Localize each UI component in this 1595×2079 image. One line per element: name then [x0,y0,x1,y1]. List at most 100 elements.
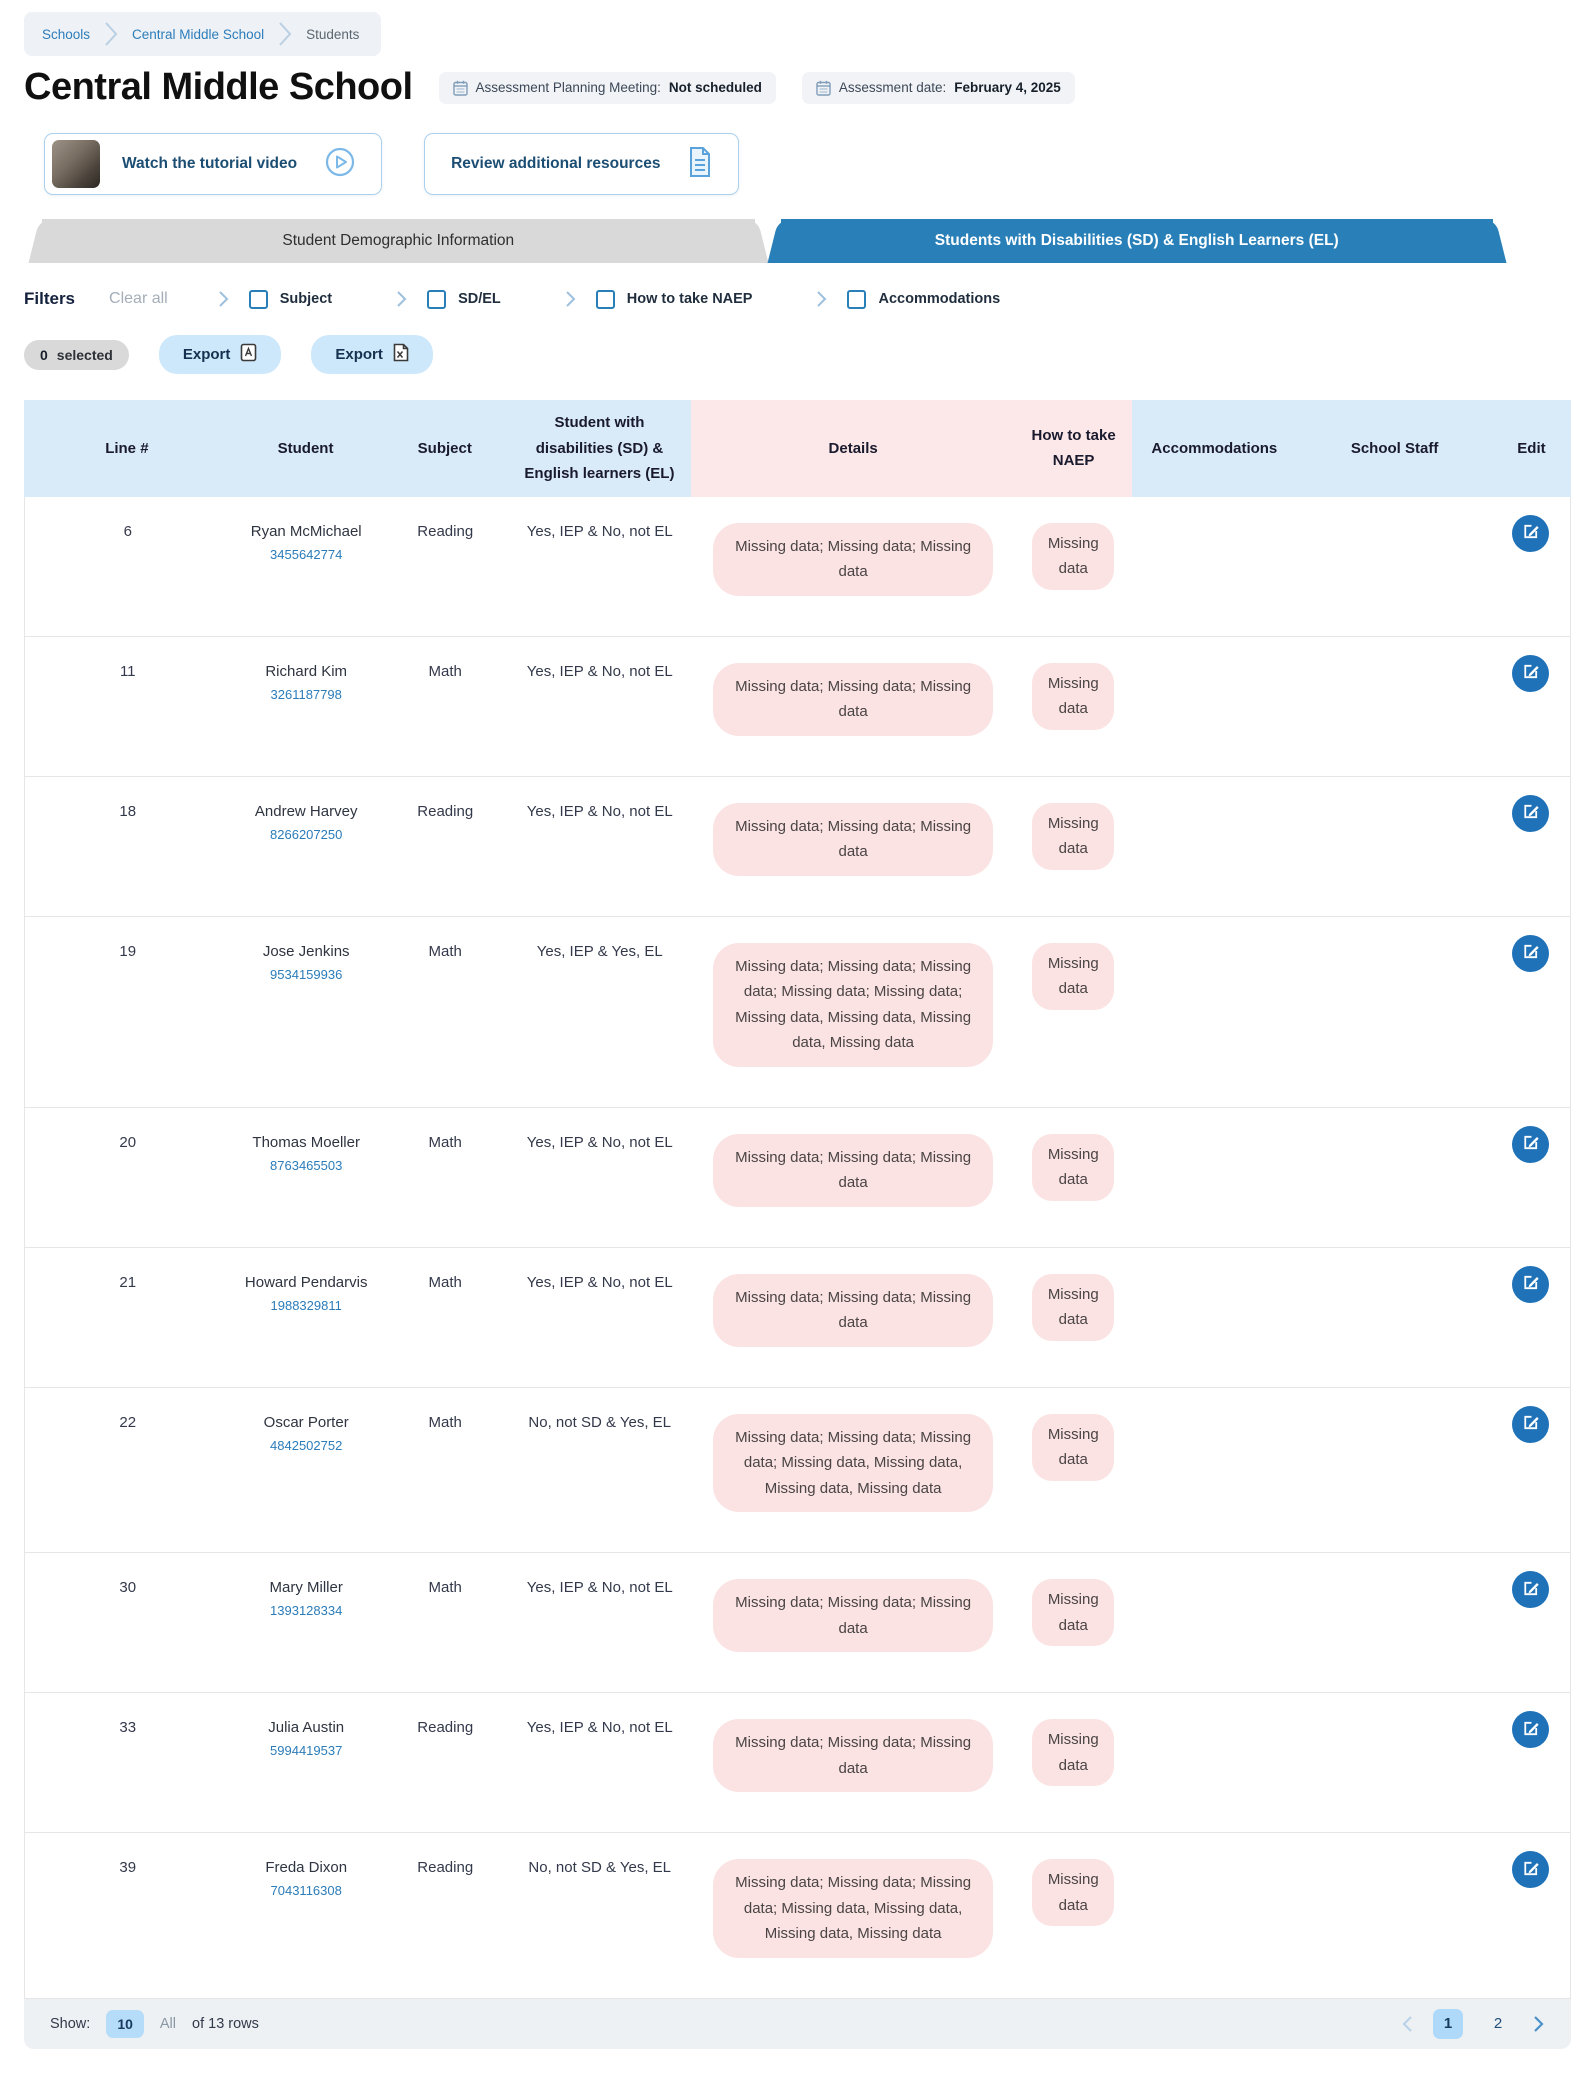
edit-row-button[interactable] [1512,1851,1549,1888]
edit-row-button[interactable] [1512,1126,1549,1163]
edit-row-button[interactable] [1512,655,1549,692]
export-pdf-label: Export [183,346,231,363]
table-row: 21 Howard Pendarvis 1988329811 Math Yes,… [25,1247,1570,1387]
page-1-button[interactable]: 1 [1433,2009,1463,2039]
details-cell: Missing data; Missing data; Missing data [691,497,1015,636]
school-staff-cell [1297,1248,1492,1387]
chevron-right-icon [565,290,576,308]
subject-cell: Reading [382,777,509,916]
tutorial-video-button[interactable]: Watch the tutorial video [44,133,382,195]
page-size-10-button[interactable]: 10 [106,2010,144,2038]
col-edit: Edit [1492,400,1571,497]
edit-row-button[interactable] [1512,1711,1549,1748]
details-missing-data-pill: Missing data; Missing data; Missing data [713,663,993,736]
sd-el-cell: Yes, IEP & No, not EL [509,497,691,636]
filter-subject: Subject [249,290,332,309]
subject-cell: Math [382,917,509,1107]
table-row: 20 Thomas Moeller 8763465503 Math Yes, I… [25,1107,1570,1247]
page-2-button[interactable]: 2 [1483,2009,1513,2039]
assessment-date-value: February 4, 2025 [954,80,1061,95]
details-cell: Missing data; Missing data; Missing data [691,1248,1015,1387]
tab-sd-el[interactable]: Students with Disabilities (SD) & Englis… [781,219,1494,263]
filter-accommodations-label: Accommodations [878,291,1000,307]
edit-row-button[interactable] [1512,935,1549,972]
tab-student-demographic-information[interactable]: Student Demographic Information [42,219,755,263]
line-number-cell: 39 [25,1833,230,1998]
naep-cell: Missing data [1015,917,1131,1107]
filter-sdel-checkbox[interactable] [427,290,446,309]
page-size-all-button[interactable]: All [160,2016,176,2032]
chevron-left-icon[interactable] [1401,2015,1413,2033]
subject-cell: Reading [382,497,509,636]
edit-row-button[interactable] [1512,1571,1549,1608]
edit-icon [1521,1859,1540,1881]
sd-el-cell: Yes, IEP & No, not EL [509,1693,691,1832]
student-cell: Thomas Moeller 8763465503 [230,1108,381,1247]
naep-missing-data-pill: Missing data [1032,943,1114,1010]
naep-cell: Missing data [1015,497,1131,636]
filter-accommodations: Accommodations [847,290,1000,309]
details-cell: Missing data; Missing data; Missing data… [691,1833,1015,1998]
naep-missing-data-pill: Missing data [1032,663,1114,730]
edit-row-button[interactable] [1512,1266,1549,1303]
details-missing-data-pill: Missing data; Missing data; Missing data… [713,943,993,1067]
clear-all-filters-button[interactable]: Clear all [109,290,168,308]
planning-meeting-value: Not scheduled [669,80,762,95]
col-details: Details [691,400,1016,497]
toolbar: 0 selected Export Export [24,335,1571,374]
breadcrumb-item-schools[interactable]: Schools [42,27,90,42]
sd-el-cell: Yes, IEP & Yes, EL [509,917,691,1107]
sd-el-cell: Yes, IEP & No, not EL [509,777,691,916]
table-header: Line # Student Subject Student with disa… [24,400,1571,497]
school-staff-cell [1297,1693,1492,1832]
accommodations-cell [1131,1553,1296,1692]
calendar-icon [453,80,468,96]
school-staff-cell [1297,1108,1492,1247]
edit-icon [1521,522,1540,544]
edit-icon [1521,662,1540,684]
filter-naep-checkbox[interactable] [596,290,615,309]
subject-cell: Math [382,1388,509,1553]
breadcrumb-chevron-icon [278,21,292,47]
students-table: Line # Student Subject Student with disa… [24,400,1571,1999]
student-cell: Howard Pendarvis 1988329811 [230,1248,381,1387]
details-missing-data-pill: Missing data; Missing data; Missing data… [713,1859,993,1958]
breadcrumb-item-school[interactable]: Central Middle School [132,27,264,42]
edit-cell [1491,917,1570,1107]
student-name: Ryan McMichael [240,523,371,540]
student-id: 3261187798 [240,687,371,702]
rows-total: of 13 rows [192,2016,259,2032]
breadcrumb-chevron-icon [104,21,118,47]
export-excel-button[interactable]: Export [311,335,433,374]
student-cell: Mary Miller 1393128334 [230,1553,381,1692]
student-name: Howard Pendarvis [240,1274,371,1291]
details-cell: Missing data; Missing data; Missing data… [691,1388,1015,1553]
accommodations-cell [1131,1388,1296,1553]
additional-resources-button[interactable]: Review additional resources [424,133,739,195]
student-cell: Richard Kim 3261187798 [230,637,381,776]
student-cell: Andrew Harvey 8266207250 [230,777,381,916]
naep-missing-data-pill: Missing data [1032,1719,1114,1786]
table-row: 39 Freda Dixon 7043116308 Reading No, no… [25,1832,1570,1998]
naep-cell: Missing data [1015,1833,1131,1998]
edit-row-button[interactable] [1512,795,1549,832]
table-row: 30 Mary Miller 1393128334 Math Yes, IEP … [25,1552,1570,1692]
filter-subject-checkbox[interactable] [249,290,268,309]
naep-missing-data-pill: Missing data [1032,1414,1114,1481]
student-id: 1393128334 [240,1603,371,1618]
naep-cell: Missing data [1015,1693,1131,1832]
selected-label: selected [57,347,113,363]
details-cell: Missing data; Missing data; Missing data [691,1553,1015,1692]
student-name: Richard Kim [240,663,371,680]
student-name: Jose Jenkins [240,943,371,960]
col-school-staff: School Staff [1297,400,1492,497]
edit-row-button[interactable] [1512,1406,1549,1443]
edit-cell [1491,497,1570,636]
chevron-right-icon[interactable] [1533,2015,1545,2033]
filter-accommodations-checkbox[interactable] [847,290,866,309]
export-pdf-button[interactable]: Export [159,335,282,374]
student-name: Freda Dixon [240,1859,371,1876]
table-row: 19 Jose Jenkins 9534159936 Math Yes, IEP… [25,916,1570,1107]
edit-row-button[interactable] [1512,515,1549,552]
filters-row: Filters Clear all Subject SD/EL How to t… [24,289,1571,309]
